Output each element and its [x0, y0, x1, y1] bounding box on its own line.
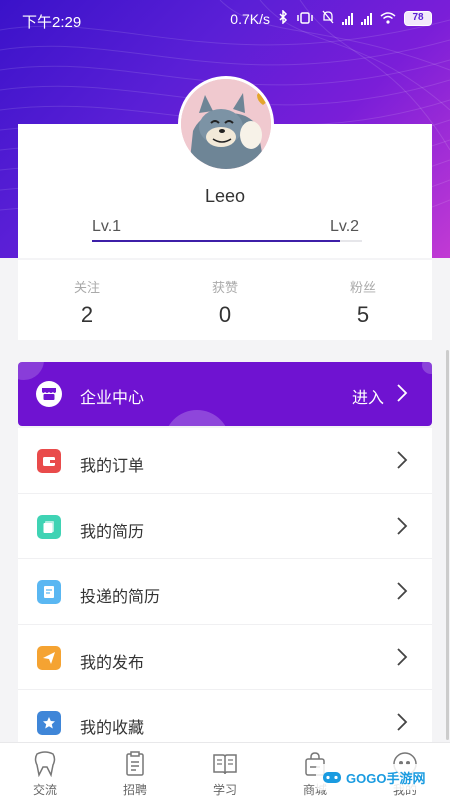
- signal-icon-1: [342, 12, 353, 25]
- menu-item-label: 我的发布: [80, 654, 145, 672]
- gamepad-icon: [323, 772, 341, 783]
- tab-label: 招聘: [122, 783, 147, 797]
- username: Leeo: [204, 186, 246, 206]
- document-icon: [37, 580, 61, 605]
- avatar[interactable]: [178, 76, 274, 172]
- chevron-right-icon: [396, 712, 408, 737]
- watermark: GOGO手游网: [316, 764, 432, 790]
- tooth-icon: [34, 751, 56, 777]
- decor-circle: [422, 362, 432, 374]
- cat-avatar-icon: [181, 79, 271, 169]
- tab-recruitment[interactable]: 招聘: [90, 743, 180, 800]
- battery-icon: 78: [404, 11, 432, 26]
- menu-item-orders[interactable]: 我的订单: [18, 428, 432, 494]
- mute-icon: [322, 10, 334, 27]
- store-icon: [36, 381, 62, 407]
- scrollbar[interactable]: [446, 350, 449, 740]
- stat-value: 2: [80, 302, 94, 327]
- status-bar: 下午2:29 0.7K/s 78: [0, 0, 450, 38]
- tab-label: 交流: [32, 783, 57, 797]
- decor-circle: [164, 410, 230, 426]
- wifi-icon: [380, 11, 396, 27]
- stat-label: 关注: [73, 280, 100, 295]
- chevron-right-icon: [396, 450, 408, 475]
- menu-item-submitted-resumes[interactable]: 投递的简历: [18, 559, 432, 625]
- menu-item-label: 我的简历: [80, 523, 145, 541]
- enterprise-label: 企业中心: [80, 390, 145, 407]
- tab-label: 学习: [212, 783, 237, 797]
- watermark-text: GOGO手游网: [346, 770, 426, 786]
- tab-learning[interactable]: 学习: [180, 743, 270, 800]
- chevron-right-icon: [396, 383, 408, 408]
- stat-likes[interactable]: 获赞 0: [156, 260, 294, 340]
- menu-item-label: 投递的简历: [80, 589, 161, 607]
- chevron-right-icon: [396, 516, 408, 541]
- menu-item-label: 我的收藏: [80, 720, 145, 738]
- book-icon: [213, 754, 237, 775]
- stats-panel: 关注 2 获赞 0 粉丝 5: [18, 260, 432, 340]
- enterprise-enter-label: 进入: [351, 390, 384, 407]
- clipboard-icon: [126, 751, 144, 776]
- resume-icon: [37, 514, 61, 539]
- menu-item-label: 我的订单: [80, 458, 145, 475]
- enterprise-center-button[interactable]: 企业中心 进入: [18, 362, 432, 426]
- wallet-icon: [37, 449, 61, 473]
- bluetooth-icon: [278, 9, 288, 27]
- star-icon: [37, 711, 61, 736]
- stat-following[interactable]: 关注 2: [18, 260, 156, 340]
- tab-communication[interactable]: 交流: [0, 743, 90, 800]
- stat-label: 粉丝: [349, 280, 376, 295]
- stat-value: 5: [356, 302, 370, 327]
- signal-icon-2: [361, 12, 372, 25]
- stat-label: 获赞: [211, 280, 238, 295]
- chevron-right-icon: [396, 647, 408, 672]
- level-current: Lv.1: [92, 218, 122, 235]
- stat-fans[interactable]: 粉丝 5: [294, 260, 432, 340]
- vibrate-icon: [296, 11, 314, 27]
- stat-value: 0: [218, 302, 232, 327]
- chevron-right-icon: [396, 581, 408, 606]
- send-icon: [37, 645, 61, 670]
- status-time: 下午2:29: [22, 14, 82, 31]
- decor-circle: [18, 362, 44, 380]
- menu-list: 我的订单 我的简历 投递的简历 我的发布 我的收藏: [18, 428, 432, 756]
- network-speed: 0.7K/s: [230, 10, 270, 27]
- level-next: Lv.2: [330, 218, 360, 235]
- level-progress-fill: [92, 240, 341, 242]
- level-progress-bar: [92, 240, 362, 242]
- menu-item-resume[interactable]: 我的简历: [18, 494, 432, 560]
- menu-item-my-posts[interactable]: 我的发布: [18, 625, 432, 691]
